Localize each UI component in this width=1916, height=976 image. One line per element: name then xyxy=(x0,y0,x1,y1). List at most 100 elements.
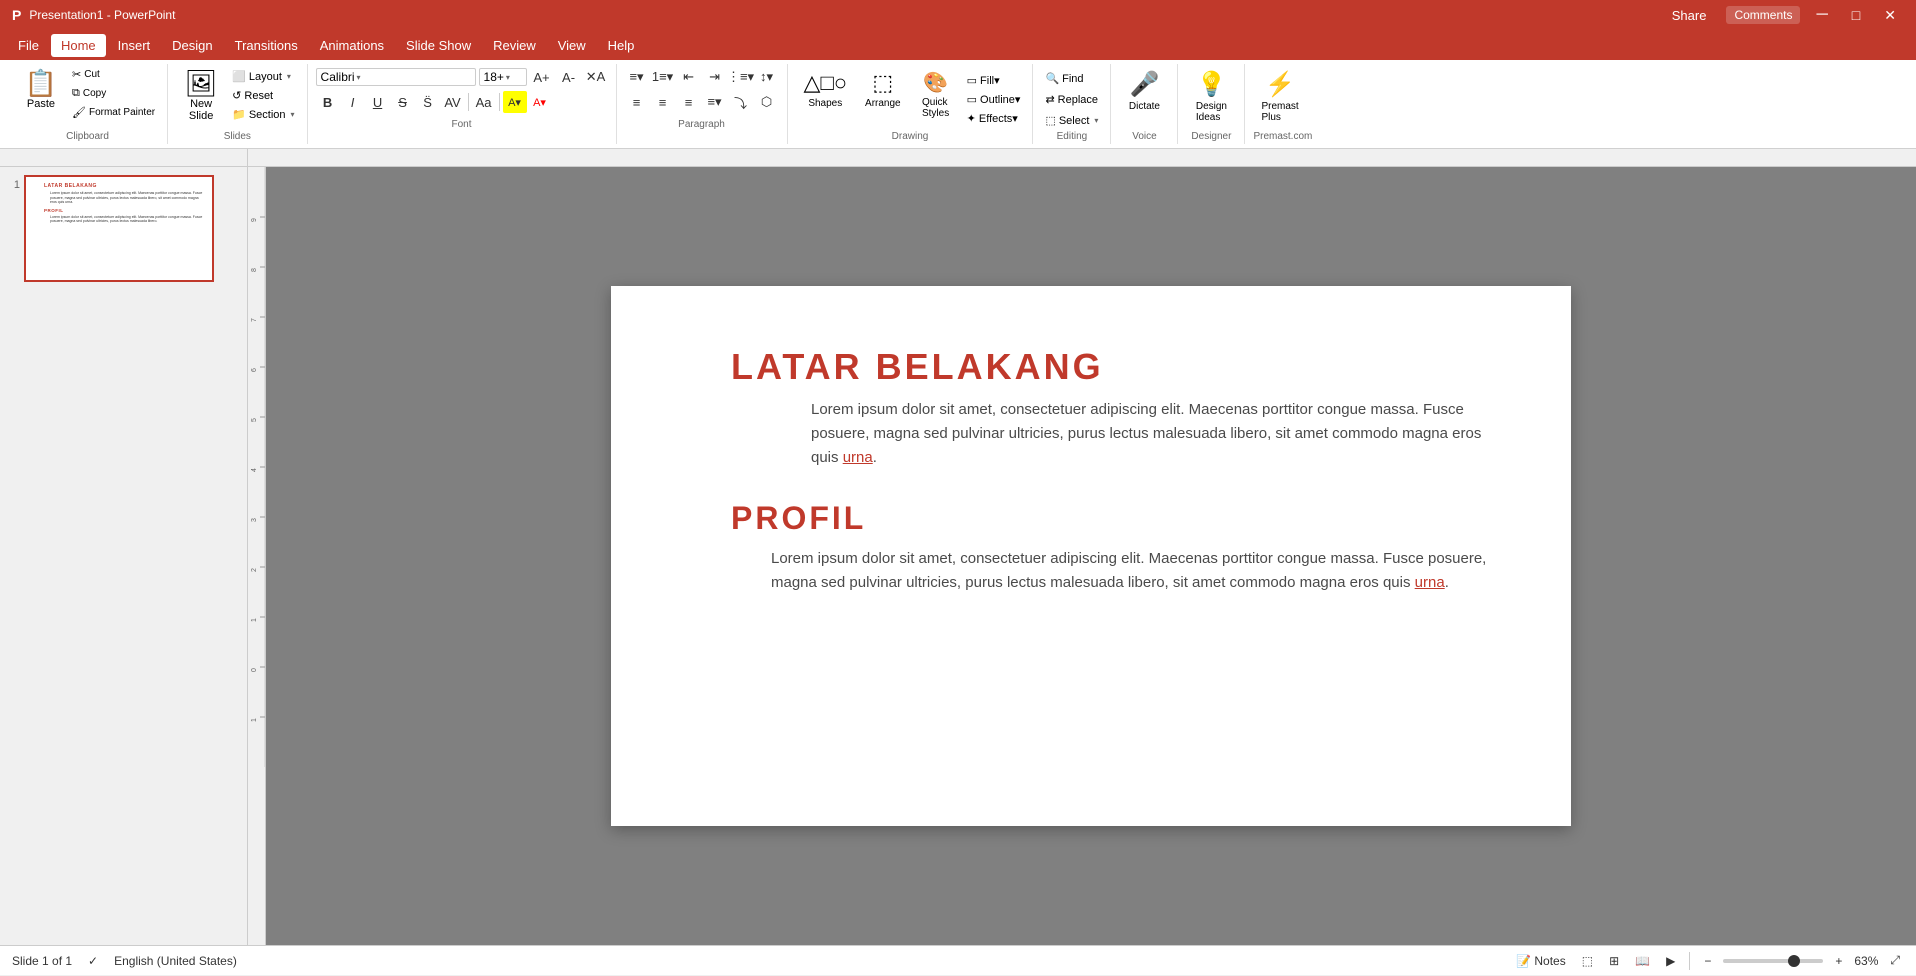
body2-link[interactable]: urna xyxy=(1415,574,1445,591)
share-button[interactable]: Share xyxy=(1660,4,1719,27)
shapes-button[interactable]: △□○ Shapes xyxy=(796,66,856,113)
layout-button[interactable]: ⬜ Layout ▾ xyxy=(228,68,298,85)
menu-bar: File Home Insert Design Transitions Anim… xyxy=(0,30,1916,60)
font-size-selector[interactable]: 18+ ▾ xyxy=(479,68,527,86)
font-color-button[interactable]: A▾ xyxy=(528,91,552,113)
ruler-horizontal: // Will be generated by JS xyxy=(248,149,1916,167)
shape-fill-button[interactable]: ▭ Fill▾ xyxy=(963,72,1025,89)
slide-thumb-1[interactable]: LATAR BELAKANG Lorem ipsum dolor sit ame… xyxy=(24,175,214,282)
font-label: Font xyxy=(316,117,608,130)
underline-button[interactable]: U xyxy=(366,91,390,113)
bullet-list-button[interactable]: ≡▾ xyxy=(625,66,649,88)
cut-button[interactable]: ✂ Cut xyxy=(68,66,159,83)
svg-text:2: 2 xyxy=(251,568,258,572)
columns-button[interactable]: ⋮≡▾ xyxy=(729,66,753,88)
line-spacing-button[interactable]: ↕▾ xyxy=(755,66,779,88)
notes-label: Notes xyxy=(1534,954,1565,968)
font-name-selector[interactable]: Calibri ▾ xyxy=(316,68,476,86)
menu-view[interactable]: View xyxy=(548,34,596,57)
svg-text:5: 5 xyxy=(251,418,258,422)
normal-view-button[interactable]: ⬚ xyxy=(1578,952,1597,970)
zoom-out-button[interactable]: − xyxy=(1700,952,1715,970)
premast-plus-button[interactable]: ⚡ PremastPlus xyxy=(1253,66,1306,127)
paragraph-label: Paragraph xyxy=(625,117,779,130)
shape-effects-button[interactable]: ✦ Effects▾ xyxy=(963,110,1025,127)
reading-view-button[interactable]: 📖 xyxy=(1631,952,1654,970)
new-slide-icon: 🖼 xyxy=(185,70,218,96)
decrease-indent-button[interactable]: ⇤ xyxy=(677,66,701,88)
paste-button[interactable]: 📋 Paste xyxy=(16,66,66,114)
slideshow-button[interactable]: ▶ xyxy=(1662,952,1679,970)
quick-styles-label: QuickStyles xyxy=(922,97,949,119)
text-case-button[interactable]: Aa xyxy=(472,91,496,113)
justify-button[interactable]: ≡▾ xyxy=(703,91,727,113)
designer-label: Designer xyxy=(1186,129,1236,142)
zoom-level: 63% xyxy=(1854,954,1878,968)
strikethrough-button[interactable]: S xyxy=(391,91,415,113)
accessibility-check: ✓ xyxy=(88,954,98,968)
align-left-button[interactable]: ≡ xyxy=(625,91,649,113)
reset-button[interactable]: ↺ Reset xyxy=(228,87,298,104)
shadow-button[interactable]: S̈ xyxy=(416,91,440,113)
notes-button[interactable]: 📝 Notes xyxy=(1512,952,1569,970)
shape-outline-button[interactable]: ▭ Outline▾ xyxy=(963,91,1025,108)
maximize-button[interactable]: □ xyxy=(1844,5,1868,25)
arrange-icon: ⬚ xyxy=(872,70,893,96)
increase-indent-button[interactable]: ⇥ xyxy=(703,66,727,88)
svg-text:1: 1 xyxy=(251,718,258,722)
spacing-button[interactable]: AV xyxy=(441,91,465,113)
slide-area-container: 9 8 7 6 5 4 3 2 1 0 1 xyxy=(248,167,1916,945)
comments-button[interactable]: Comments xyxy=(1726,6,1800,24)
quick-styles-button[interactable]: 🎨 QuickStyles xyxy=(911,66,961,123)
clear-format-button[interactable]: ✕A xyxy=(584,66,608,88)
slide-sorter-button[interactable]: ⊞ xyxy=(1605,952,1623,970)
menu-file[interactable]: File xyxy=(8,34,49,57)
menu-help[interactable]: Help xyxy=(598,34,645,57)
slide-thumbnail-1[interactable]: 1 LATAR BELAKANG Lorem ipsum dolor sit a… xyxy=(4,175,243,282)
replace-button[interactable]: ⇄ Replace xyxy=(1041,91,1102,108)
close-button[interactable]: ✕ xyxy=(1876,5,1904,26)
menu-home[interactable]: Home xyxy=(51,34,106,57)
dictate-button[interactable]: 🎤 Dictate xyxy=(1119,66,1169,116)
menu-insert[interactable]: Insert xyxy=(108,34,161,57)
increase-font-button[interactable]: A+ xyxy=(530,66,554,88)
zoom-slider[interactable] xyxy=(1723,959,1823,963)
text-direction-button[interactable]: ⤵ xyxy=(729,91,753,113)
minimize-button[interactable]: ─ xyxy=(1808,4,1835,26)
ribbon-group-editing: 🔍 Find ⇄ Replace ⬚ Select ▾ Editing xyxy=(1033,64,1111,144)
arrange-button[interactable]: ⬚ Arrange xyxy=(857,66,909,113)
menu-animations[interactable]: Animations xyxy=(310,34,394,57)
section-button[interactable]: 📁 Section ▾ xyxy=(228,106,298,123)
slide-canvas-area[interactable]: LATAR BELAKANG Lorem ipsum dolor sit ame… xyxy=(266,167,1916,945)
align-right-button[interactable]: ≡ xyxy=(677,91,701,113)
svg-text:9: 9 xyxy=(251,218,258,222)
bold-button[interactable]: B xyxy=(316,91,340,113)
title-bar: P Presentation1 - PowerPoint Share Comme… xyxy=(0,0,1916,30)
menu-slideshow[interactable]: Slide Show xyxy=(396,34,481,57)
design-ideas-button[interactable]: 💡 DesignIdeas xyxy=(1186,66,1236,127)
slide-canvas[interactable]: LATAR BELAKANG Lorem ipsum dolor sit ame… xyxy=(611,286,1571,826)
new-slide-button[interactable]: 🖼 NewSlide xyxy=(176,66,226,126)
italic-button[interactable]: I xyxy=(341,91,365,113)
menu-transitions[interactable]: Transitions xyxy=(225,34,308,57)
document-title: Presentation1 - PowerPoint xyxy=(29,8,175,22)
app-logo: P xyxy=(12,7,21,23)
select-button[interactable]: ⬚ Select ▾ xyxy=(1041,112,1102,129)
convert-to-smartart-button[interactable]: ⬡ xyxy=(755,91,779,113)
align-center-button[interactable]: ≡ xyxy=(651,91,675,113)
svg-text:8: 8 xyxy=(251,268,258,272)
menu-review[interactable]: Review xyxy=(483,34,546,57)
decrease-font-button[interactable]: A- xyxy=(557,66,581,88)
format-painter-button[interactable]: 🖌 Format Painter xyxy=(68,104,159,121)
fit-to-window-button[interactable]: ⤢ xyxy=(1886,951,1904,970)
svg-text:0: 0 xyxy=(251,668,258,672)
zoom-in-button[interactable]: + xyxy=(1831,952,1846,970)
slide-body-1: Lorem ipsum dolor sit amet, consectetuer… xyxy=(811,398,1491,470)
body1-link[interactable]: urna xyxy=(843,449,873,466)
highlight-color-button[interactable]: A▾ xyxy=(503,91,527,113)
numbered-list-button[interactable]: 1≡▾ xyxy=(651,66,675,88)
quick-styles-icon: 🎨 xyxy=(923,70,948,95)
menu-design[interactable]: Design xyxy=(162,34,222,57)
copy-button[interactable]: ⧉ Copy xyxy=(68,85,159,102)
find-button[interactable]: 🔍 Find xyxy=(1041,70,1102,87)
